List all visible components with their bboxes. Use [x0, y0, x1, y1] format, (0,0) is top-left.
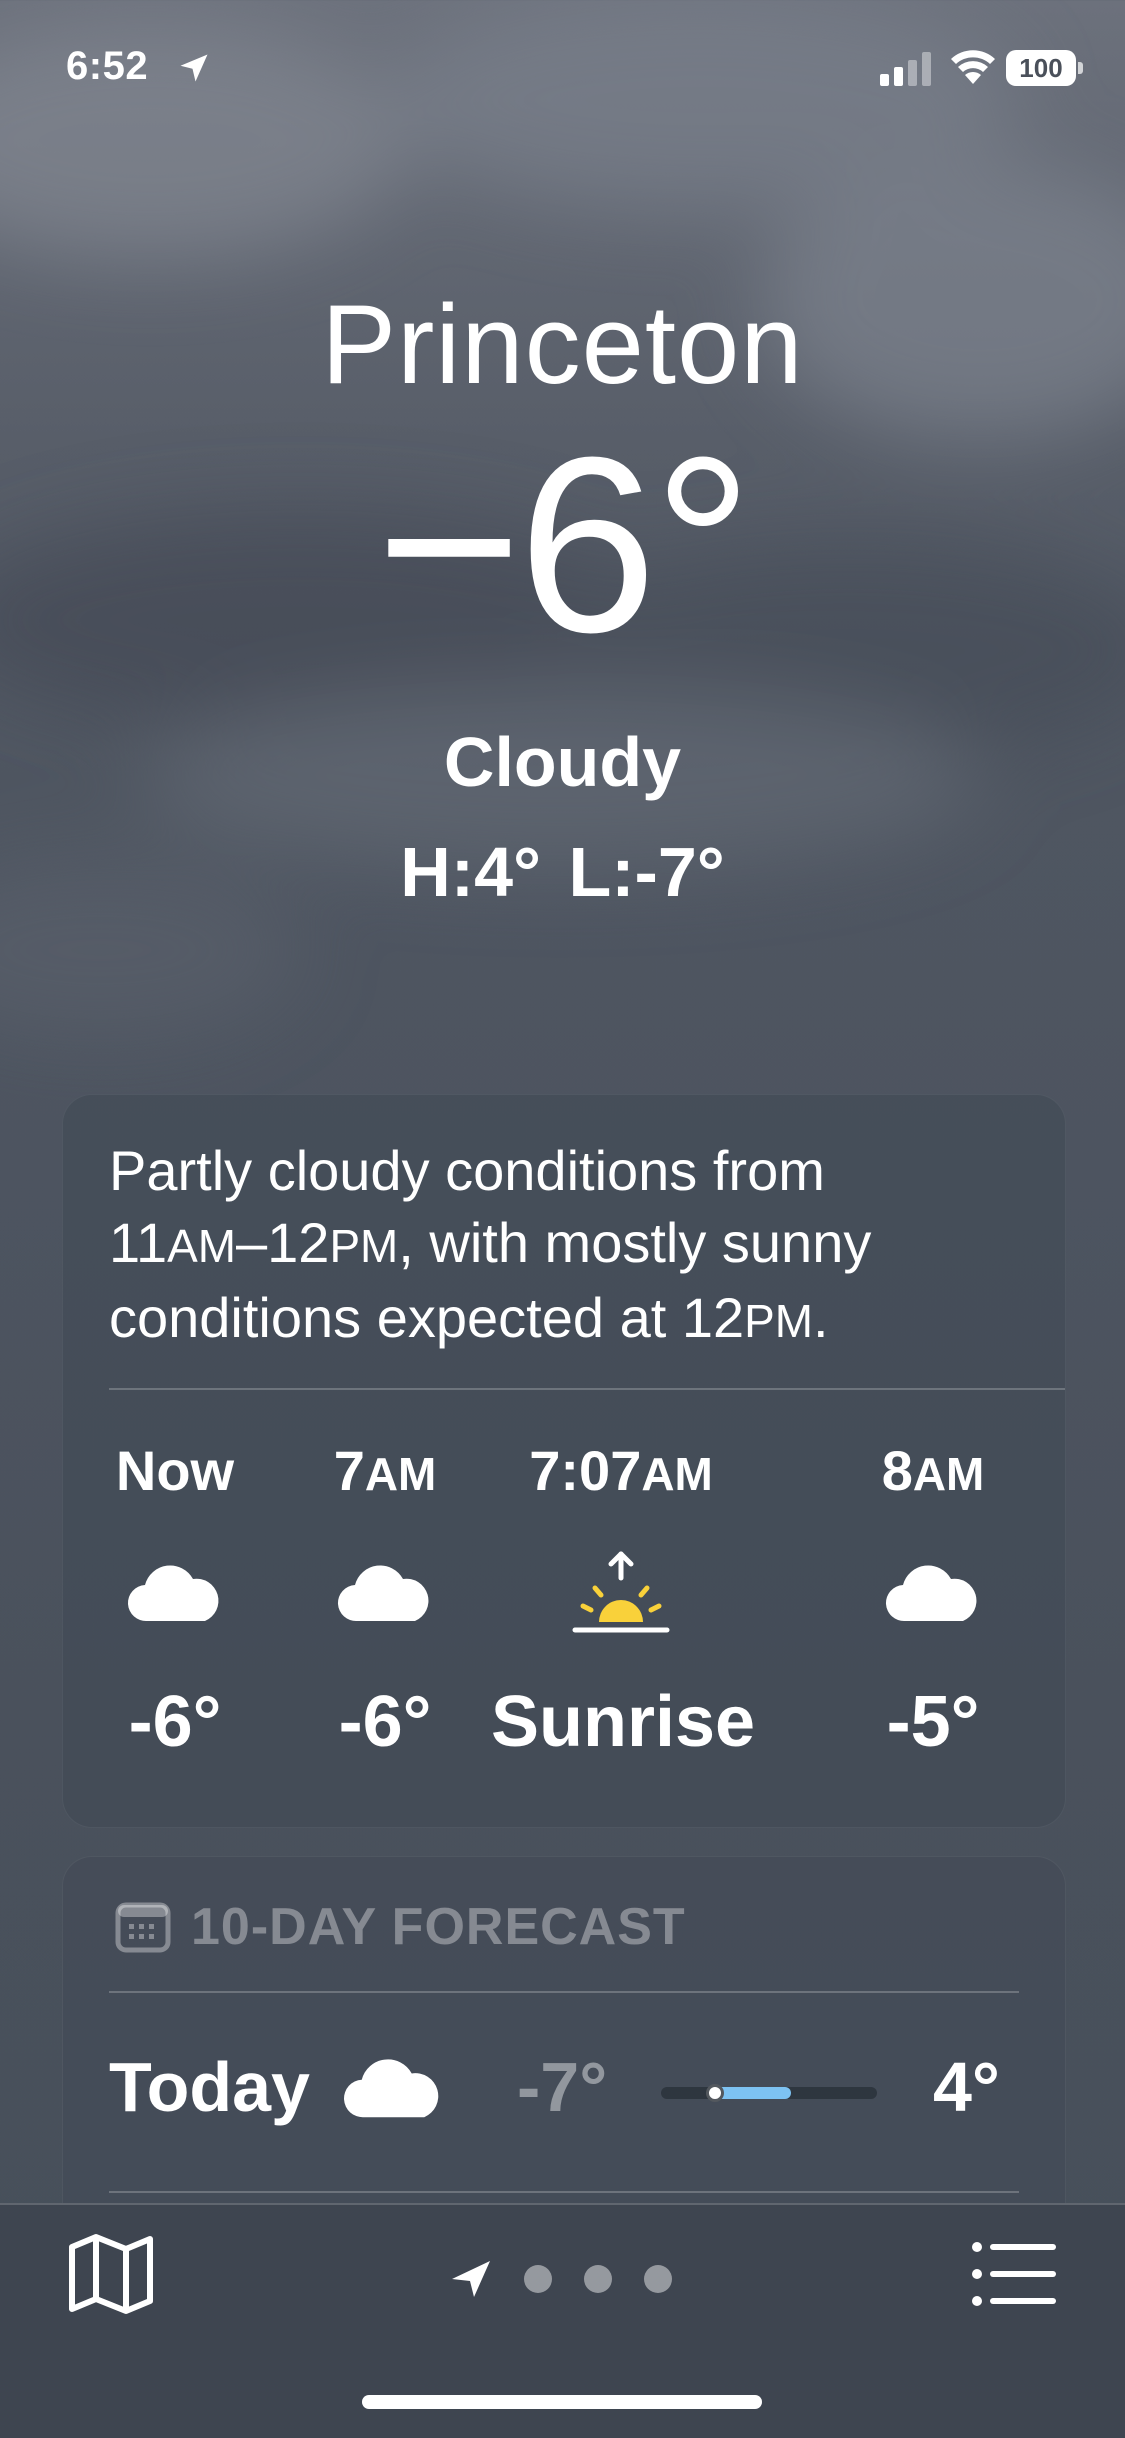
list-icon[interactable]	[972, 2241, 1058, 2307]
forecast-day: Today	[109, 2048, 310, 2126]
high-low-temps: H:4° L:-7°	[400, 833, 725, 911]
wifi-icon	[951, 50, 995, 84]
cloud-icon	[127, 1565, 219, 1622]
hourly-forecast-card[interactable]: Partly cloudy conditions from 11AM–12PM, …	[62, 1094, 1066, 1828]
page-dot-icon	[524, 2265, 552, 2293]
hour-label: 7:07AM	[529, 1439, 713, 1502]
cloud-icon	[344, 2059, 439, 2118]
hour-label: 8AM	[881, 1439, 985, 1502]
map-icon[interactable]	[66, 2231, 156, 2315]
sunrise-icon	[572, 1551, 670, 1633]
temperature-range-bar	[661, 2084, 877, 2102]
battery-level: 100	[1006, 50, 1076, 86]
forecast-summary: Partly cloudy conditions from 11AM–12PM, …	[109, 1139, 872, 1349]
temperature-range-fill	[715, 2087, 791, 2099]
cloud-icon	[337, 1565, 429, 1622]
card-divider	[109, 1991, 1019, 1993]
location-arrow-icon	[180, 54, 208, 82]
cloud-icon	[885, 1565, 977, 1622]
home-indicator[interactable]	[362, 2395, 762, 2409]
page-dot-icon	[584, 2265, 612, 2293]
hourly-item-now: Now -6°	[75, 1433, 275, 1763]
forecast-low: -7°	[517, 2048, 608, 2126]
location-arrow-icon	[452, 2261, 490, 2297]
card-divider	[109, 2191, 1019, 2193]
current-temperature: −6°	[375, 405, 753, 684]
hour-temperature: -6°	[338, 1682, 432, 1762]
page-dot-icon	[644, 2265, 672, 2293]
hour-label: Now	[115, 1439, 235, 1502]
calendar-icon	[115, 1902, 171, 1953]
page-indicator[interactable]	[448, 2257, 688, 2297]
city-name: Princeton	[321, 282, 804, 407]
hourly-item-8am: 8AM -5°	[833, 1433, 1033, 1763]
forecast-high: 4°	[933, 2048, 1000, 2126]
status-time: 6:52	[66, 44, 149, 88]
hour-label: 7AM	[333, 1439, 437, 1502]
current-condition: Cloudy	[443, 723, 682, 801]
hour-temperature: Sunrise	[491, 1682, 756, 1762]
card-divider	[109, 1388, 1065, 1390]
cellular-signal-icon	[880, 52, 931, 86]
ten-day-forecast-card[interactable]: 10-DAY FORECAST Today -7° 4°	[62, 1856, 1066, 2258]
hourly-item-7am: 7AM -6°	[285, 1433, 485, 1763]
battery-icon: 100	[1006, 50, 1084, 88]
hour-temperature: -5°	[886, 1682, 980, 1762]
hourly-item-sunrise: 7:07AM Sunrise	[491, 1433, 756, 1763]
status-bar: 6:52 100	[0, 0, 1125, 140]
forecast-header: 10-DAY FORECAST	[191, 1898, 686, 1956]
hour-temperature: -6°	[128, 1682, 222, 1762]
current-temp-dot	[706, 2084, 724, 2102]
